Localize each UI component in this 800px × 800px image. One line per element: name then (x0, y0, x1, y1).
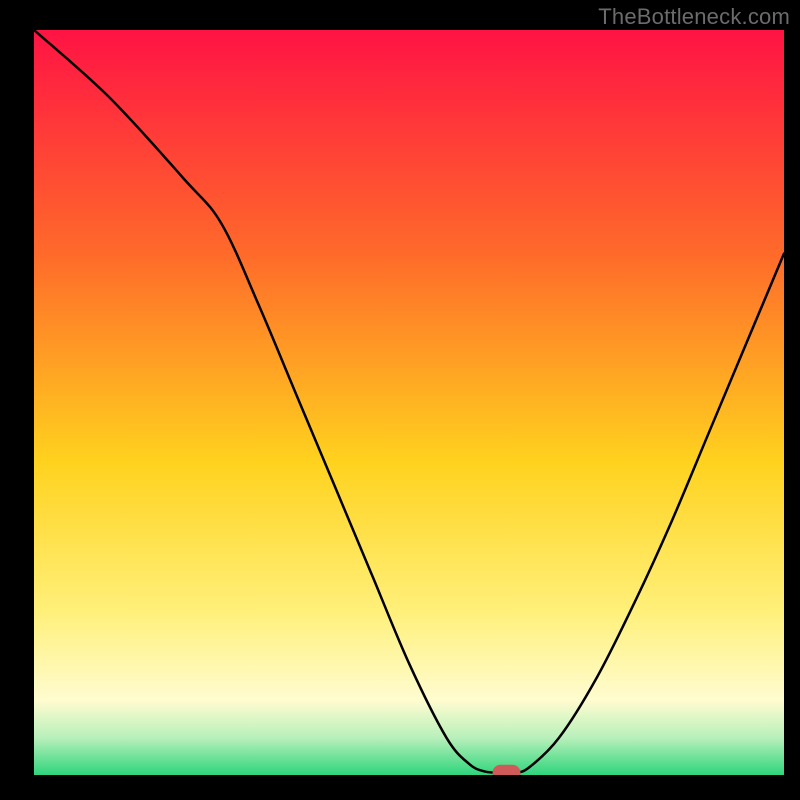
optimal-marker (493, 765, 521, 781)
chart-frame: { "watermark": "TheBottleneck.com", "col… (0, 0, 800, 800)
watermark-text: TheBottleneck.com (598, 4, 790, 30)
plot-svg (0, 0, 800, 800)
